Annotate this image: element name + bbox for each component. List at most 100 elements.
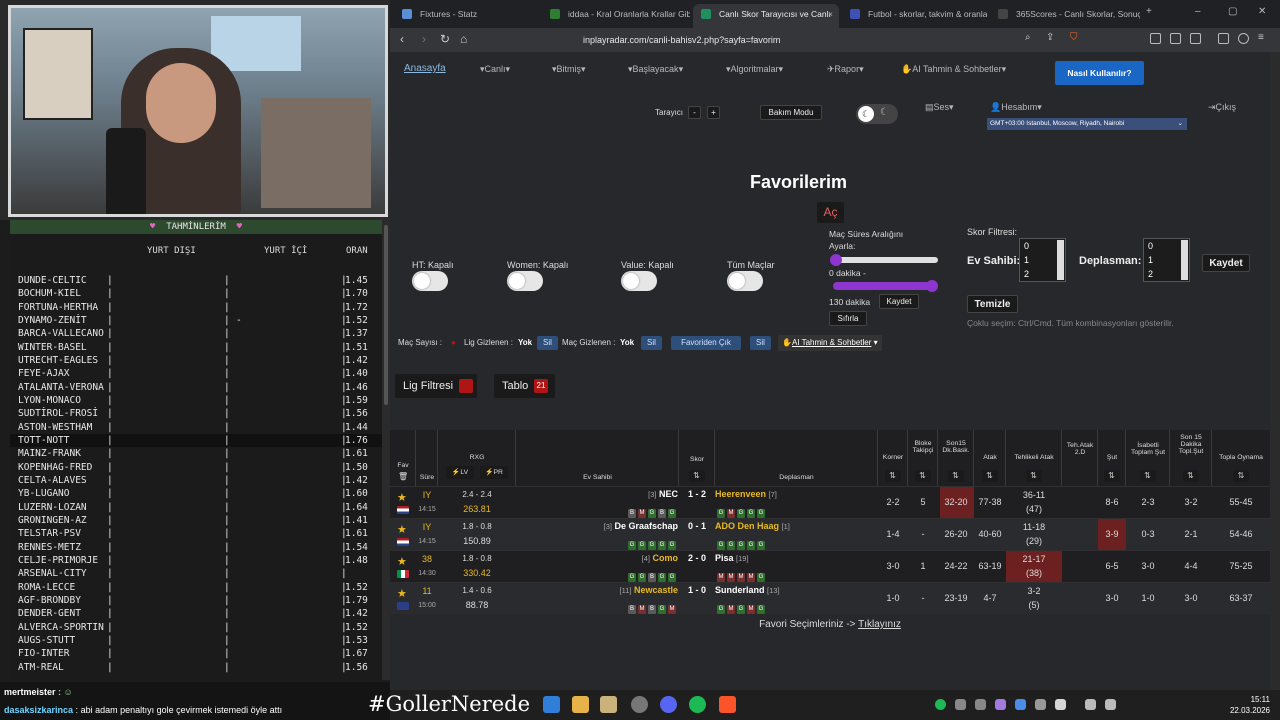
delete-favorites-button[interactable]: Sil (750, 336, 771, 350)
browser-tab-active[interactable]: Canlı Skor Tarayıcısı ve Canlı × (693, 4, 839, 28)
file-explorer-icon[interactable] (572, 696, 589, 713)
all-matches-toggle[interactable] (727, 271, 763, 291)
reload-icon[interactable]: ↻ (440, 32, 450, 46)
close-tab-icon[interactable]: × (828, 4, 833, 24)
close-window-icon[interactable]: ✕ (1258, 6, 1266, 17)
discord-icon[interactable] (660, 696, 677, 713)
favorite-star-icon[interactable]: ★ (397, 555, 407, 568)
menu-upcoming[interactable]: ▾Başlayacak▾ (628, 64, 683, 75)
favorite-star-icon[interactable]: ★ (397, 491, 407, 504)
match-row[interactable]: ★ IY 14:15 2.4 - 2.4 263.81 [3] NEC B M G B G 1 - 2… (390, 486, 1270, 518)
tray-icon[interactable] (1015, 699, 1026, 710)
maximize-icon[interactable]: ▢ (1228, 6, 1237, 17)
home-team[interactable]: [11] Newcastle (516, 585, 679, 595)
menu-account[interactable]: 👤Hesabım▾ (990, 102, 1042, 113)
theme-toggle[interactable]: ☾ ☾ (856, 104, 898, 124)
puzzle-icon[interactable] (1170, 33, 1181, 44)
ht-toggle[interactable] (412, 271, 448, 291)
volume-icon[interactable] (1105, 699, 1116, 710)
sidebar-icon[interactable] (1218, 33, 1229, 44)
league-filter-button[interactable]: Lig Filtresi (395, 374, 477, 398)
sort-icon[interactable]: ⇅ (914, 470, 931, 482)
match-row[interactable]: ★ IY 14:15 1.8 - 0.8 150.89 [3] De Graafschap… (390, 518, 1270, 550)
menu-report[interactable]: ✈Rapor▾ (827, 64, 864, 75)
menu-sound[interactable]: ▤Ses▾ (925, 102, 954, 113)
forward-icon[interactable]: › (422, 32, 426, 46)
trash-icon[interactable]: 🗑 (398, 472, 408, 481)
browser-tab[interactable]: Futbol - skorlar, takvim & oranla (842, 4, 987, 28)
match-row[interactable]: ★ 11 15:00 1.4 - 0.6 88.78 [11] Newcastle B M B G… (390, 582, 1270, 614)
table-button[interactable]: Tablo 21 (494, 374, 555, 398)
max-slider-knob[interactable] (926, 280, 938, 292)
clock[interactable]: 15:11 22.03.2026 (1230, 694, 1270, 716)
home-icon[interactable]: ⌂ (460, 32, 467, 46)
menu-home[interactable]: Anasayfa (404, 63, 446, 74)
tray-icon[interactable] (975, 699, 986, 710)
download-icon[interactable] (1190, 33, 1201, 44)
save-score-button[interactable]: Kaydet (1202, 254, 1250, 272)
how-to-button[interactable]: Nasıl Kullanılır? (1055, 61, 1144, 85)
sort-icon[interactable]: ⇅ (1233, 470, 1249, 482)
min-slider-track[interactable] (833, 257, 938, 263)
away-team[interactable]: ADO Den Haag [1] (715, 521, 875, 531)
page-scrollbar[interactable] (1270, 52, 1280, 690)
away-team[interactable]: Sunderland [13] (715, 585, 875, 595)
predictions-scrollbar[interactable] (382, 220, 390, 680)
lv-sort-button[interactable]: ⚡LV (446, 466, 474, 479)
women-toggle[interactable] (507, 271, 543, 291)
obs-icon[interactable] (631, 696, 648, 713)
brave-icon[interactable] (719, 696, 736, 713)
home-team[interactable]: [3] NEC (516, 489, 678, 499)
tray-icon[interactable] (955, 699, 966, 710)
wifi-icon[interactable] (1085, 699, 1096, 710)
max-slider-track[interactable] (833, 282, 936, 290)
notepad-icon[interactable] (600, 696, 617, 713)
extension-icon[interactable] (1150, 33, 1161, 44)
value-toggle[interactable] (621, 271, 657, 291)
sort-icon[interactable]: ⇅ (1182, 470, 1199, 482)
delete-match-filter-button[interactable]: Sil (641, 336, 662, 350)
menu-icon[interactable]: ≡ (1258, 32, 1264, 43)
list-scrollbar[interactable] (1057, 240, 1064, 280)
away-team[interactable]: Pisa [19] (715, 553, 875, 563)
favorite-star-icon[interactable]: ★ (397, 523, 407, 536)
spotify-icon[interactable] (689, 696, 706, 713)
browser-tab[interactable]: 365Scores - Canlı Skorlar, Sonuç (990, 4, 1140, 28)
back-icon[interactable]: ‹ (400, 32, 404, 46)
menu-algorithms[interactable]: ▾Algoritmalar▾ (726, 64, 783, 75)
ai-dropdown[interactable]: ✋AI Tahmin & Sohbetler ▾ (778, 335, 882, 351)
tray-icon[interactable] (995, 699, 1006, 710)
home-team[interactable]: [4] Como (516, 553, 678, 563)
sort-icon[interactable]: ⇅ (947, 470, 964, 482)
sort-icon[interactable]: ⇅ (688, 470, 705, 482)
remove-favorites-button[interactable]: Favoriden Çık (671, 336, 741, 350)
away-score-list[interactable]: 0 1 2 (1143, 238, 1190, 282)
timezone-select[interactable]: GMT+03:00 Istanbul, Moscow, Riyadh, Nair… (987, 118, 1187, 130)
open-button[interactable]: Aç (817, 202, 844, 223)
url-field[interactable]: inplayradar.com/canli-bahisv2.php?sayfa=… (558, 30, 1058, 50)
footer-link[interactable]: Tıklayınız (858, 619, 901, 630)
save-range-button[interactable]: Kaydet (879, 294, 919, 309)
sort-icon[interactable]: ⇅ (1139, 470, 1156, 482)
menu-ai[interactable]: ✋AI Tahmin & Sohbetler▾ (901, 64, 1006, 75)
maintenance-button[interactable]: Bakım Modu (760, 105, 822, 120)
tray-icon[interactable] (1035, 699, 1046, 710)
vpn-icon[interactable] (1238, 33, 1249, 44)
browser-tab[interactable]: iddaa - Kral Oranlarla Krallar Gib (542, 4, 690, 28)
sort-icon[interactable]: ⇅ (981, 470, 998, 482)
away-team[interactable]: Heerenveen [7] (715, 489, 875, 499)
minimize-icon[interactable]: – (1195, 6, 1201, 17)
home-team[interactable]: [3] De Graafschap (516, 521, 678, 531)
sort-icon[interactable]: ⇅ (884, 470, 901, 482)
share-icon[interactable]: ⇪ (1046, 32, 1054, 43)
delete-league-filter-button[interactable]: Sil (537, 336, 558, 350)
clear-button[interactable]: Temizle (967, 295, 1018, 313)
new-tab-icon[interactable]: + (1146, 6, 1152, 17)
favorite-star-icon[interactable]: ★ (397, 587, 407, 600)
home-score-list[interactable]: 0 1 2 (1019, 238, 1066, 282)
zoom-icon[interactable]: ⌕ (1025, 32, 1031, 43)
sort-icon[interactable]: ⇅ (1025, 470, 1042, 482)
scanner-minus-button[interactable]: - (688, 106, 701, 119)
menu-finished[interactable]: ▾Bitmiş▾ (552, 64, 586, 75)
pr-sort-button[interactable]: ⚡PR (480, 466, 508, 479)
